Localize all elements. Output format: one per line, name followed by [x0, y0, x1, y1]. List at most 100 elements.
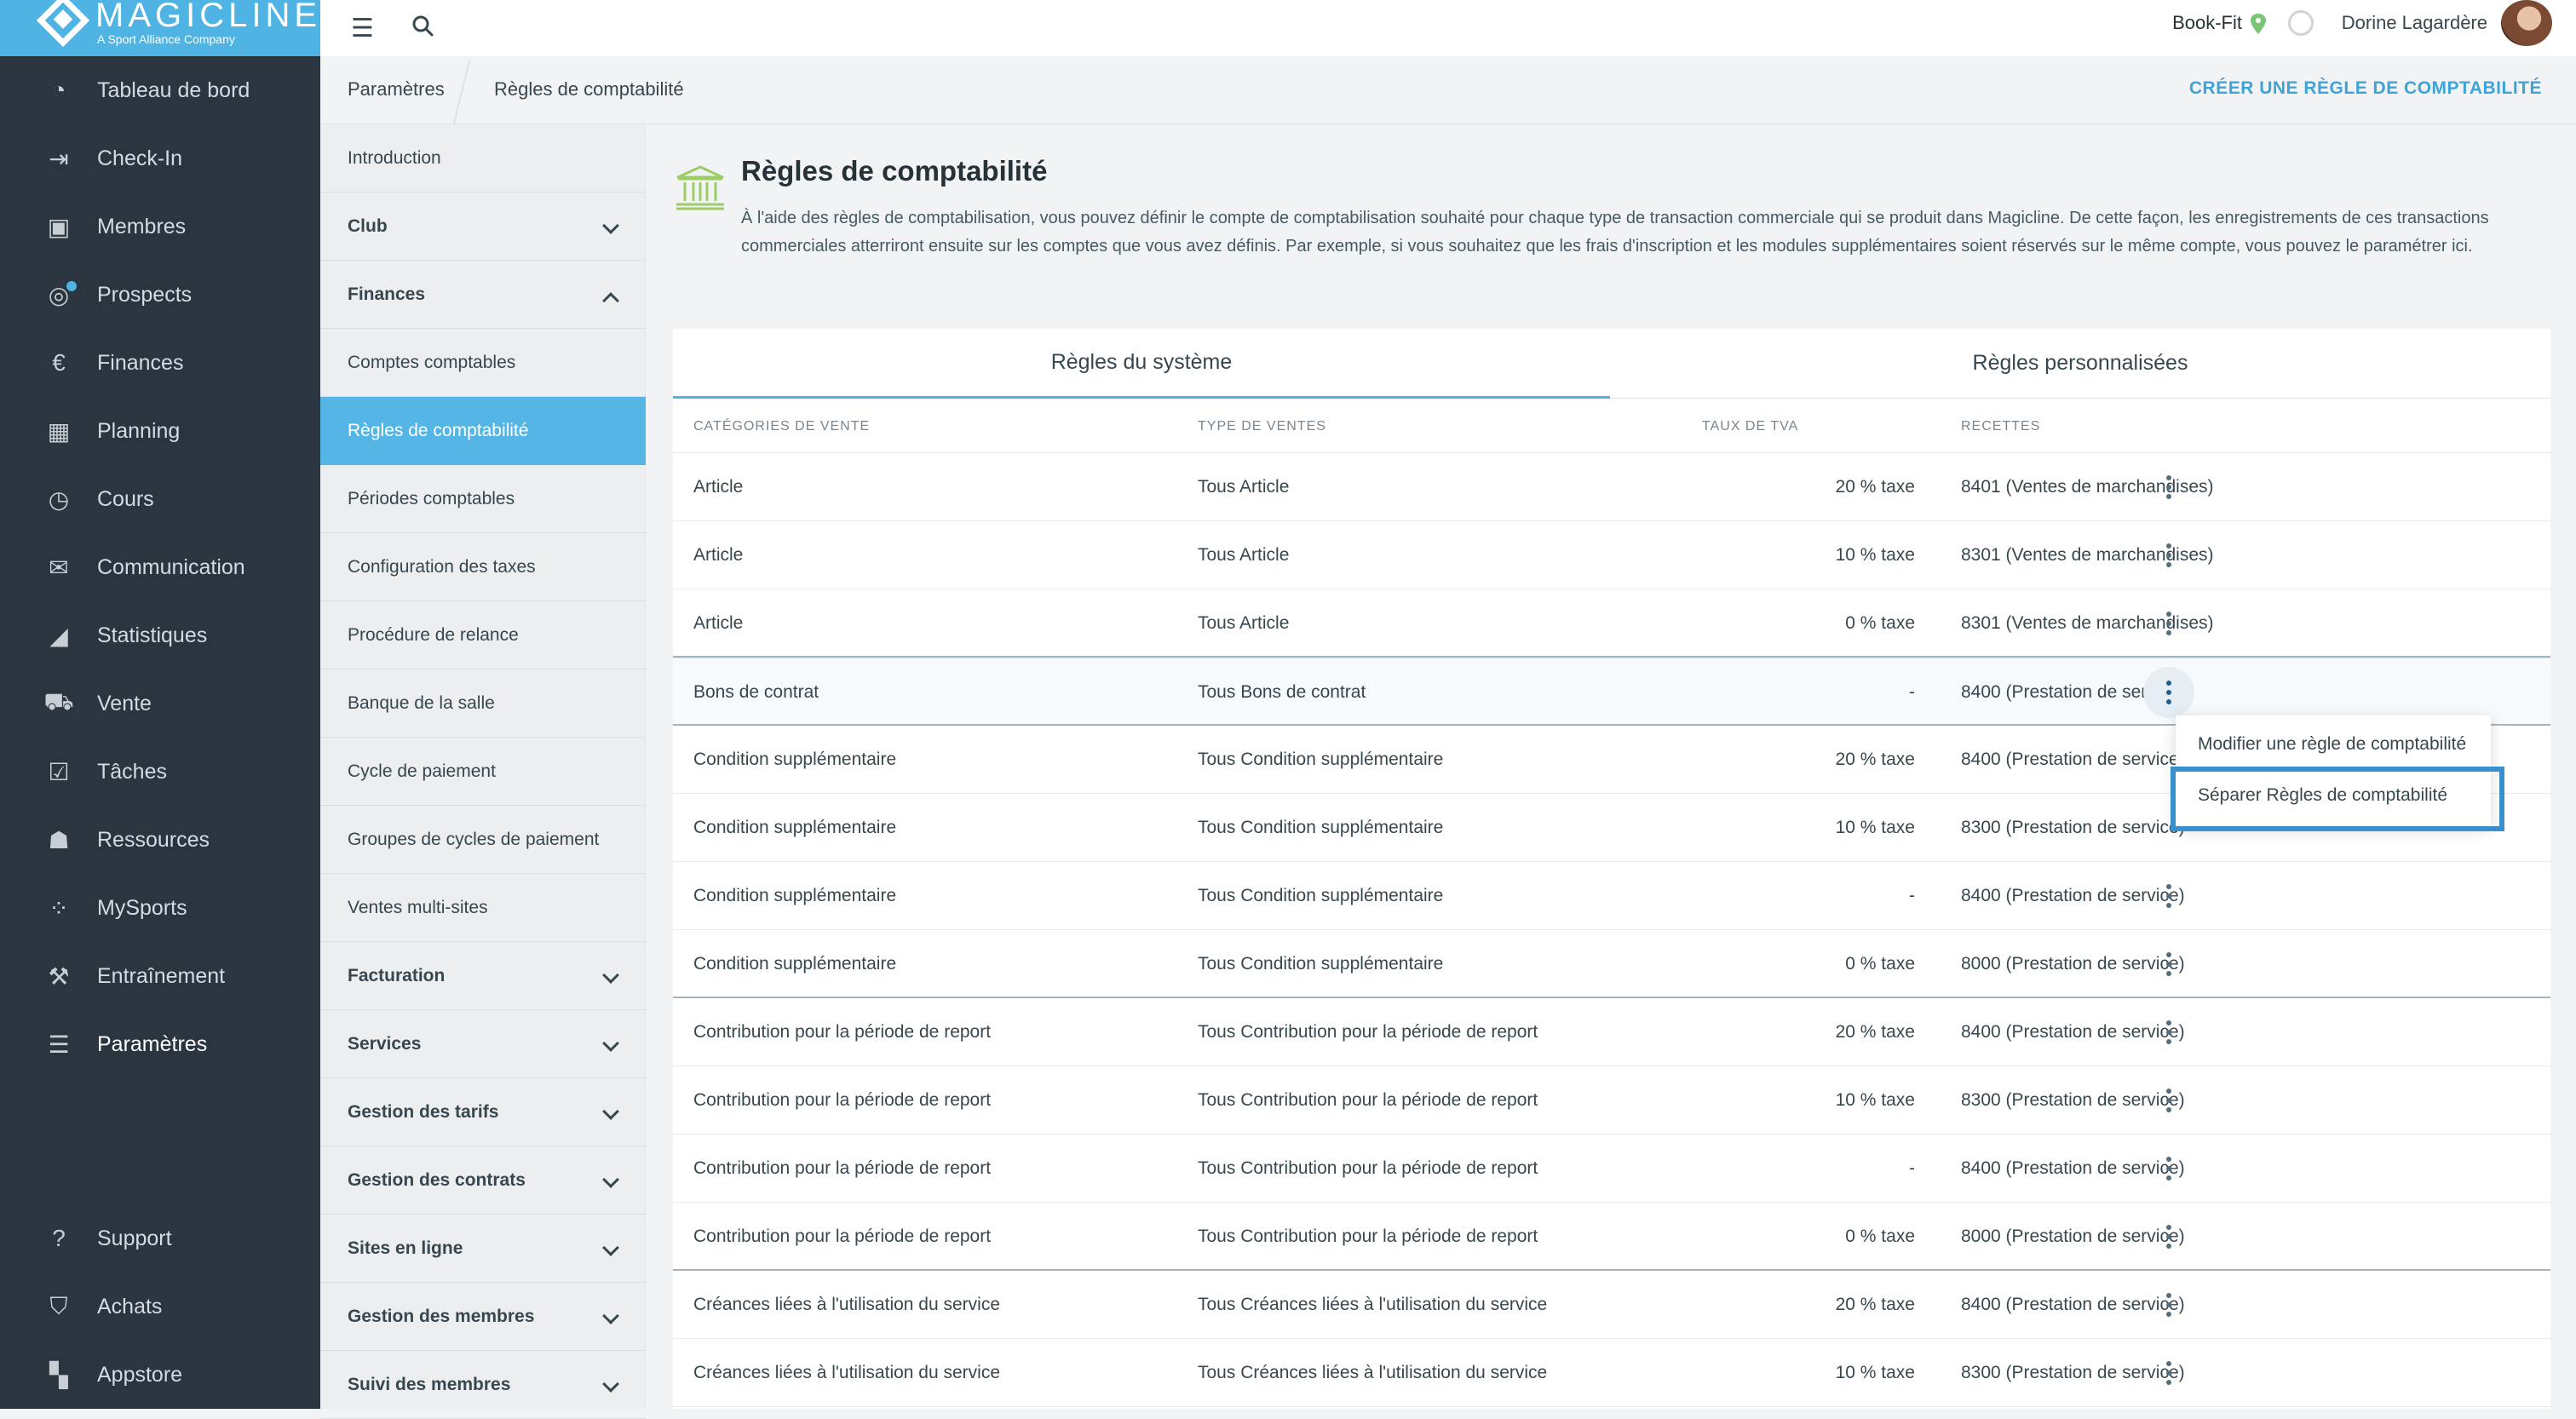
breadcrumb-parent[interactable]: Paramètres — [348, 78, 445, 101]
nav-item-statistiques[interactable]: ◢ Statistiques — [0, 601, 320, 669]
table-row: Créances liées à l'utilisation du servic… — [673, 1271, 2550, 1339]
cell-type: Tous Article — [1198, 613, 1290, 633]
hamburger-menu-icon[interactable]: ☰ — [351, 14, 374, 43]
chevron-down-icon — [602, 1239, 619, 1256]
cell-vat: 20 % taxe — [1835, 1022, 1915, 1042]
nav-item-label: Support — [97, 1226, 172, 1250]
kebab-dot — [2166, 1030, 2171, 1035]
subnav-cycle-de-paiement[interactable]: Cycle de paiement — [320, 738, 646, 806]
subnav-procedure-de-relance[interactable]: Procédure de relance — [320, 601, 646, 669]
subnav-comptes-comptables[interactable]: Comptes comptables — [320, 329, 646, 397]
subnav-label: Comptes comptables — [348, 352, 516, 372]
subnav-section-finances[interactable]: Finances — [320, 261, 646, 329]
kebab-dot — [2166, 681, 2171, 686]
cell-vat: 20 % taxe — [1835, 1295, 1915, 1314]
nav-item-ressources[interactable]: ☗ Ressources — [0, 806, 320, 874]
subnav-ventes-multi-sites[interactable]: Ventes multi-sites — [320, 874, 646, 942]
clock-icon[interactable] — [2288, 10, 2314, 36]
nav-item-label: Tâches — [97, 759, 167, 784]
edit-accounting-rule-menu-item[interactable]: Modifier une règle de comptabilité — [2176, 719, 2491, 770]
page-description: À l'aide des règles de comptabilisation,… — [741, 209, 2489, 256]
chevron-up-icon — [602, 292, 619, 309]
nav-item-label: Communication — [97, 554, 245, 579]
cell-vat: 10 % taxe — [1835, 818, 1915, 837]
nav-item-label: Appstore — [97, 1362, 183, 1387]
dumbbell-icon: ⚒ — [48, 962, 70, 990]
table-row: Contribution pour la période de report T… — [673, 1203, 2550, 1271]
row-menu-button[interactable] — [2152, 606, 2186, 641]
nav-item-parametres[interactable]: ☰ Paramètres — [0, 1010, 320, 1078]
magicline-logo-icon — [36, 0, 90, 48]
row-menu-button[interactable] — [2152, 1288, 2186, 1322]
row-menu-button[interactable] — [2152, 1356, 2186, 1390]
subnav-section-facturation[interactable]: Facturation — [320, 942, 646, 1010]
rules-card: Règles du système Règles personnalisées … — [673, 329, 2550, 1409]
kebab-dot — [2166, 1293, 2171, 1298]
subnav-section-club[interactable]: Club — [320, 192, 646, 261]
tab-system-rules[interactable]: Règles du système — [673, 329, 1610, 399]
avatar[interactable] — [2501, 0, 2552, 46]
nav-item-cours[interactable]: ◷ Cours — [0, 465, 320, 533]
subnav-section-gestion-des-contrats[interactable]: Gestion des contrats — [320, 1146, 646, 1215]
row-menu-button[interactable] — [2152, 947, 2186, 981]
nav-item-tableau-de-bord[interactable]: ◔ Tableau de bord — [0, 56, 320, 124]
user-name[interactable]: Dorine Lagardère — [2342, 12, 2487, 34]
cell-type: Tous Créances liées à l'utilisation du s… — [1198, 1295, 1548, 1314]
subnav-section-suivi-des-membres[interactable]: Suivi des membres — [320, 1351, 646, 1419]
nav-item-prospects[interactable]: ◎ Prospects — [0, 261, 320, 329]
row-menu-button[interactable] — [2152, 538, 2186, 572]
tab-custom-rules[interactable]: Règles personnalisées — [1610, 329, 2550, 399]
search-icon[interactable] — [409, 12, 438, 41]
nav-item-appstore[interactable]: ▚ Appstore — [0, 1341, 320, 1409]
subnav-label: Finances — [348, 284, 426, 304]
row-menu-button[interactable] — [2152, 1220, 2186, 1254]
nav-item-planning[interactable]: ▦ Planning — [0, 397, 320, 465]
subnav-periodes-comptables[interactable]: Périodes comptables — [320, 465, 646, 533]
cell-vat: - — [1909, 1158, 1915, 1178]
subnav-label: Gestion des membres — [348, 1306, 535, 1326]
brand-logo[interactable]: MAGICLINE A Sport Alliance Company — [0, 0, 320, 56]
subnav-section-sites-en-ligne[interactable]: Sites en ligne — [320, 1215, 646, 1283]
subnav-label: Procédure de relance — [348, 624, 519, 645]
create-accounting-rule-button[interactable]: CRÉER UNE RÈGLE DE COMPTABILITÉ — [2189, 78, 2542, 99]
kebab-dot — [2166, 884, 2171, 889]
nav-item-achats[interactable]: ⛉ Achats — [0, 1273, 320, 1341]
cell-category: Créances liées à l'utilisation du servic… — [693, 1363, 1001, 1382]
subnav-introduction[interactable]: Introduction — [320, 124, 646, 192]
header-type: TYPE DE VENTES — [1198, 419, 1326, 434]
nav-item-membres[interactable]: ▣ Membres — [0, 192, 320, 261]
nav-item-finances[interactable]: € Finances — [0, 329, 320, 397]
row-menu-button[interactable] — [2152, 1015, 2186, 1049]
row-menu-button[interactable] — [2152, 470, 2186, 504]
subnav-regles-de-comptabilite[interactable]: Règles de comptabilité — [320, 397, 646, 465]
nav-item-label: Statistiques — [97, 623, 208, 647]
top-bar: ☰ Book-Fit Dorine Lagardère — [320, 0, 2576, 56]
cell-type: Tous Article — [1198, 477, 1290, 497]
kebab-dot — [2166, 630, 2171, 635]
subnav-configuration-des-taxes[interactable]: Configuration des taxes — [320, 533, 646, 601]
row-menu-button[interactable] — [2152, 1083, 2186, 1117]
nav-item-entrainement[interactable]: ⚒ Entraînement — [0, 942, 320, 1010]
breadcrumb-separator — [452, 60, 471, 124]
row-menu-button[interactable] — [2152, 1152, 2186, 1186]
nav-item-check-in[interactable]: ⇥ Check-In — [0, 124, 320, 192]
subnav-section-gestion-des-membres[interactable]: Gestion des membres — [320, 1283, 646, 1351]
chevron-down-icon — [602, 1103, 619, 1120]
nav-item-vente[interactable]: ⛟ Vente — [0, 669, 320, 738]
row-menu-button[interactable] — [2152, 879, 2186, 913]
subnav-banque-de-la-salle[interactable]: Banque de la salle — [320, 669, 646, 738]
nav-item-taches[interactable]: ☑ Tâches — [0, 738, 320, 806]
subnav-section-services[interactable]: Services — [320, 1010, 646, 1078]
studio-selector[interactable]: Book-Fit — [2172, 12, 2242, 34]
nav-item-mysports[interactable]: ⁘ MySports — [0, 874, 320, 942]
subnav-groupes-de-cycles-de-paiement[interactable]: Groupes de cycles de paiement — [320, 806, 646, 874]
location-pin-icon — [2251, 14, 2266, 34]
kebab-dot — [2166, 962, 2171, 967]
subnav-section-gestion-des-tarifs[interactable]: Gestion des tarifs — [320, 1078, 646, 1146]
nav-item-label: Planning — [97, 418, 181, 443]
cell-type: Tous Condition supplémentaire — [1198, 750, 1444, 769]
nav-item-support[interactable]: ? Support — [0, 1204, 320, 1273]
nav-item-communication[interactable]: ✉ Communication — [0, 533, 320, 601]
subnav-label: Suivi des membres — [348, 1374, 511, 1394]
row-menu-button-active[interactable] — [2143, 667, 2194, 718]
